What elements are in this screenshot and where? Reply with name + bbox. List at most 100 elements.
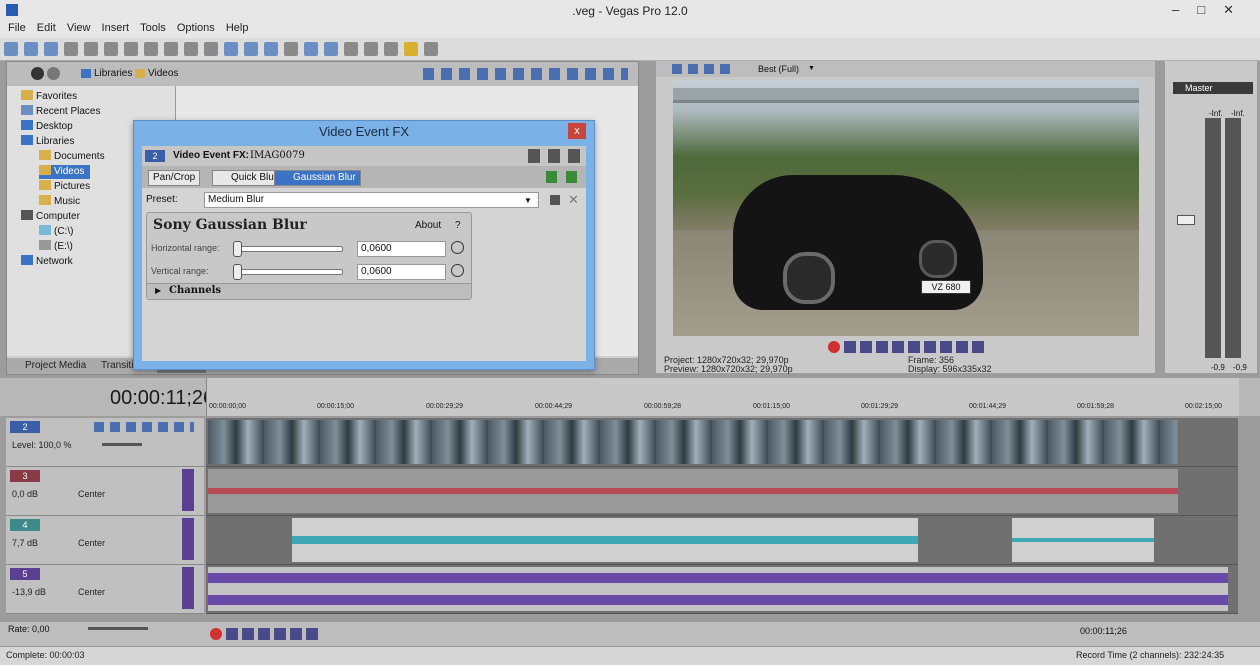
menu-tools[interactable]: Tools [140,22,166,34]
snapping-icon[interactable] [304,42,318,56]
stop-icon[interactable] [274,628,286,640]
track-header-audio-5[interactable]: 5 -13,9 dB Center [6,565,204,614]
horizontal-reset-icon[interactable] [451,241,464,254]
tree-item-drive-e[interactable]: (E:\) [39,240,73,254]
play-icon[interactable] [242,628,254,640]
loop-icon[interactable] [226,628,238,640]
delete-preset-icon[interactable]: ✕ [568,192,579,208]
preview-tool-icons[interactable] [672,64,732,74]
copy-icon[interactable] [144,42,158,56]
fx-chip-gaussian-blur[interactable]: Gaussian Blur [274,170,361,186]
vertical-slider-handle[interactable] [233,264,242,280]
record-icon[interactable] [210,628,222,640]
lock-envelopes-icon[interactable] [364,42,378,56]
play-from-start-icon[interactable] [859,341,872,353]
pause-icon[interactable] [258,628,270,640]
undo-icon[interactable] [184,42,198,56]
save-preset-icon[interactable] [550,195,560,205]
pause-icon[interactable] [891,341,904,353]
close-window-button[interactable]: ✕ [1223,2,1252,17]
fx-chain-icons[interactable] [546,171,580,183]
go-to-end-icon[interactable] [306,628,318,640]
go-to-start-icon[interactable] [923,341,936,353]
tree-item-music[interactable]: Music [39,195,80,209]
tree-item-recent-places[interactable]: Recent Places [21,105,100,119]
stop-icon[interactable] [907,341,920,353]
breadcrumb-libraries[interactable]: Libraries [94,68,132,79]
menu-file[interactable]: File [8,22,26,34]
forward-icon[interactable] [47,67,60,80]
explorer-tool-icons[interactable] [423,68,628,80]
menu-insert[interactable]: Insert [102,22,130,34]
preview-quality-dropdown[interactable]: Best (Full) [758,64,799,74]
zoom-tool-icon[interactable] [284,42,298,56]
window-controls[interactable]: –□✕ [1172,2,1252,18]
tree-item-pictures[interactable]: Pictures [39,180,90,194]
normal-edit-tool-icon[interactable] [224,42,238,56]
video-track-lane[interactable] [206,418,1238,467]
tree-item-network[interactable]: Network [21,255,73,269]
tree-item-videos[interactable]: Videos [39,165,91,179]
breadcrumb-videos[interactable]: Videos [148,68,178,79]
level-slider[interactable] [102,443,142,446]
audio-track-3-lane[interactable] [206,467,1238,516]
vertical-reset-icon[interactable] [451,264,464,277]
minimize-button[interactable]: – [1172,2,1197,17]
loop-icon[interactable] [843,341,856,353]
audio-track-5-lane[interactable] [206,565,1238,614]
next-frame-icon[interactable] [971,341,984,353]
channels-expander[interactable]: ▶ Channels [147,283,471,299]
tree-item-drive-c[interactable]: (C:\) [39,225,73,239]
go-to-end-icon[interactable] [939,341,952,353]
tree-item-favorites[interactable]: Favorites [21,90,77,104]
menu-edit[interactable]: Edit [37,22,56,34]
envelope-tool-icon[interactable] [244,42,258,56]
menu-view[interactable]: View [67,22,91,34]
play-icon[interactable] [875,341,888,353]
render-icon[interactable] [84,42,98,56]
fx-chip-pan-crop[interactable]: Pan/Crop [148,170,201,186]
cut-icon[interactable] [124,42,138,56]
paste-icon[interactable] [164,42,178,56]
auto-crossfade-icon[interactable] [324,42,338,56]
previous-frame-icon[interactable] [955,341,968,353]
time-ruler[interactable]: 00:00:00;00 00:00:15;00 00:00:29;29 00:0… [206,378,1239,416]
tree-item-documents[interactable]: Documents [39,150,105,164]
ignore-grouping-icon[interactable] [384,42,398,56]
fx-chip-quick-blur[interactable]: Quick Blur [212,170,283,186]
tab-project-media[interactable]: Project Media [19,359,92,373]
go-to-start-icon[interactable] [290,628,302,640]
tree-item-libraries[interactable]: Libraries [21,135,74,149]
menu-help[interactable]: Help [226,22,249,34]
maximize-button[interactable]: □ [1197,2,1223,17]
markers-icon[interactable] [404,42,418,56]
rate-slider[interactable] [88,627,148,630]
fx-view-icons[interactable] [528,149,582,163]
track-controls-icons[interactable] [94,422,194,432]
chevron-down-icon[interactable]: ▼ [524,196,532,205]
horizontal-range-slider[interactable] [233,246,343,252]
chevron-down-icon[interactable]: ▼ [808,65,815,72]
record-icon[interactable] [827,341,840,353]
selection-tool-icon[interactable] [264,42,278,56]
about-button[interactable]: About [415,220,441,231]
redo-icon[interactable] [204,42,218,56]
audio-track-4-lane[interactable] [206,516,1238,565]
help-button[interactable]: ? [455,220,461,231]
preset-dropdown[interactable]: Medium Blur [204,192,539,208]
menu-options[interactable]: Options [177,22,215,34]
save-icon[interactable] [44,42,58,56]
new-project-icon[interactable] [4,42,18,56]
dialog-close-button[interactable]: x [568,123,586,139]
master-fader[interactable] [1177,215,1195,225]
properties-icon[interactable] [104,42,118,56]
track-header-audio-4[interactable]: 4 7,7 dB Center [6,516,204,565]
vertical-range-value[interactable]: 0,0600 [357,264,446,280]
horizontal-slider-handle[interactable] [233,241,242,257]
horizontal-range-value[interactable]: 0,0600 [357,241,446,257]
auto-ripple-icon[interactable] [344,42,358,56]
tree-item-computer[interactable]: Computer [21,210,80,224]
open-icon[interactable] [24,42,38,56]
track-header-audio-3[interactable]: 3 0,0 dB Center [6,467,204,516]
back-icon[interactable] [31,67,44,80]
